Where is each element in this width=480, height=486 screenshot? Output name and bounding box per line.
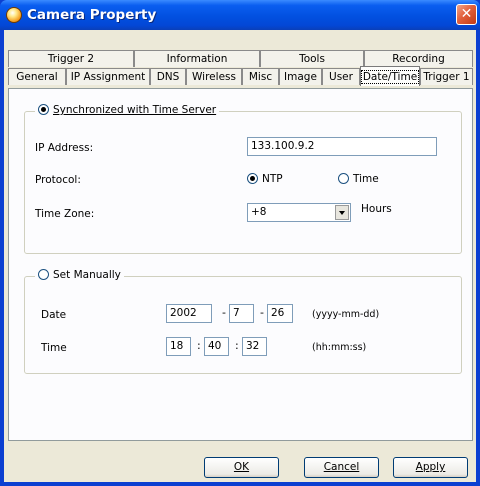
- tab-date-time[interactable]: Date/Time: [360, 66, 420, 86]
- protocol-label: Protocol:: [35, 174, 81, 186]
- time-radio[interactable]: [338, 173, 349, 184]
- tab-trigger-1[interactable]: Trigger 1: [420, 68, 473, 85]
- cancel-button[interactable]: Cancel: [304, 457, 379, 478]
- tab-general[interactable]: General: [8, 68, 66, 85]
- time-hour-input[interactable]: 18: [166, 337, 191, 356]
- ntp-label: NTP: [262, 173, 283, 185]
- hours-label: Hours: [361, 203, 392, 215]
- chevron-down-icon[interactable]: [335, 205, 349, 220]
- tab-ip-assignment[interactable]: IP Assignment: [66, 68, 150, 85]
- date-label: Date: [41, 309, 67, 321]
- time-second-input[interactable]: 32: [242, 337, 267, 356]
- ip-address-input[interactable]: 133.100.9.2: [247, 137, 437, 156]
- time-zone-select[interactable]: +8: [247, 203, 351, 222]
- date-separator-2: -: [260, 306, 264, 319]
- manual-radio[interactable]: [38, 269, 49, 280]
- time-separator-2: :: [235, 339, 239, 352]
- ntp-radio[interactable]: [247, 173, 258, 184]
- sync-radio[interactable]: [38, 104, 49, 115]
- time-format-hint: (hh:mm:ss): [312, 342, 367, 353]
- apply-button[interactable]: Apply: [393, 457, 468, 478]
- time-separator-1: :: [197, 339, 201, 352]
- sync-label: Synchronized with Time Server: [53, 104, 217, 116]
- ip-address-label: IP Address:: [35, 142, 94, 154]
- sync-time-server-group: Synchronized with Time Server IP Address…: [24, 104, 462, 254]
- date-day-input[interactable]: 26: [267, 304, 293, 323]
- tab-tools[interactable]: Tools: [260, 50, 364, 67]
- tab-trigger-2[interactable]: Trigger 2: [8, 50, 134, 67]
- sync-radio-legend[interactable]: Synchronized with Time Server: [35, 104, 220, 116]
- camera-app-icon: [6, 7, 22, 23]
- tab-information[interactable]: Information: [134, 50, 260, 67]
- time-minute-input[interactable]: 40: [204, 337, 229, 356]
- tab-misc[interactable]: Misc: [242, 68, 279, 85]
- tab-row-front: General IP Assignment DNS Wireless Misc …: [8, 66, 473, 86]
- time-protocol-label: Time: [353, 173, 379, 185]
- camera-property-window: Camera Property ✕ Trigger 2 Information …: [0, 0, 480, 486]
- date-time-page: Synchronized with Time Server IP Address…: [8, 88, 473, 441]
- tab-user[interactable]: User: [322, 68, 360, 85]
- time-zone-value: +8: [251, 206, 267, 218]
- time-label: Time: [41, 342, 67, 354]
- manual-label: Set Manually: [53, 269, 121, 281]
- tab-image[interactable]: Image: [279, 68, 322, 85]
- time-zone-label: Time Zone:: [35, 208, 95, 220]
- window-title: Camera Property: [27, 7, 157, 23]
- ok-button[interactable]: OK: [204, 457, 279, 478]
- title-bar: Camera Property ✕: [0, 0, 480, 30]
- time-radio-option[interactable]: Time: [338, 173, 379, 185]
- tab-wireless[interactable]: Wireless: [186, 68, 242, 85]
- dialog-client-area: Trigger 2 Information Tools Recording Ge…: [4, 30, 476, 482]
- manual-radio-legend[interactable]: Set Manually: [35, 269, 124, 281]
- tab-recording[interactable]: Recording: [364, 50, 473, 67]
- date-format-hint: (yyyy-mm-dd): [312, 309, 380, 320]
- date-separator-1: -: [222, 306, 226, 319]
- set-manually-group: Set Manually Date 2002 - 7 - 26 (yyyy-mm…: [24, 269, 462, 374]
- date-month-input[interactable]: 7: [229, 304, 254, 323]
- date-year-input[interactable]: 2002: [166, 304, 212, 323]
- close-button[interactable]: ✕: [456, 4, 477, 25]
- tab-dns[interactable]: DNS: [150, 68, 186, 85]
- ntp-radio-option[interactable]: NTP: [247, 173, 283, 185]
